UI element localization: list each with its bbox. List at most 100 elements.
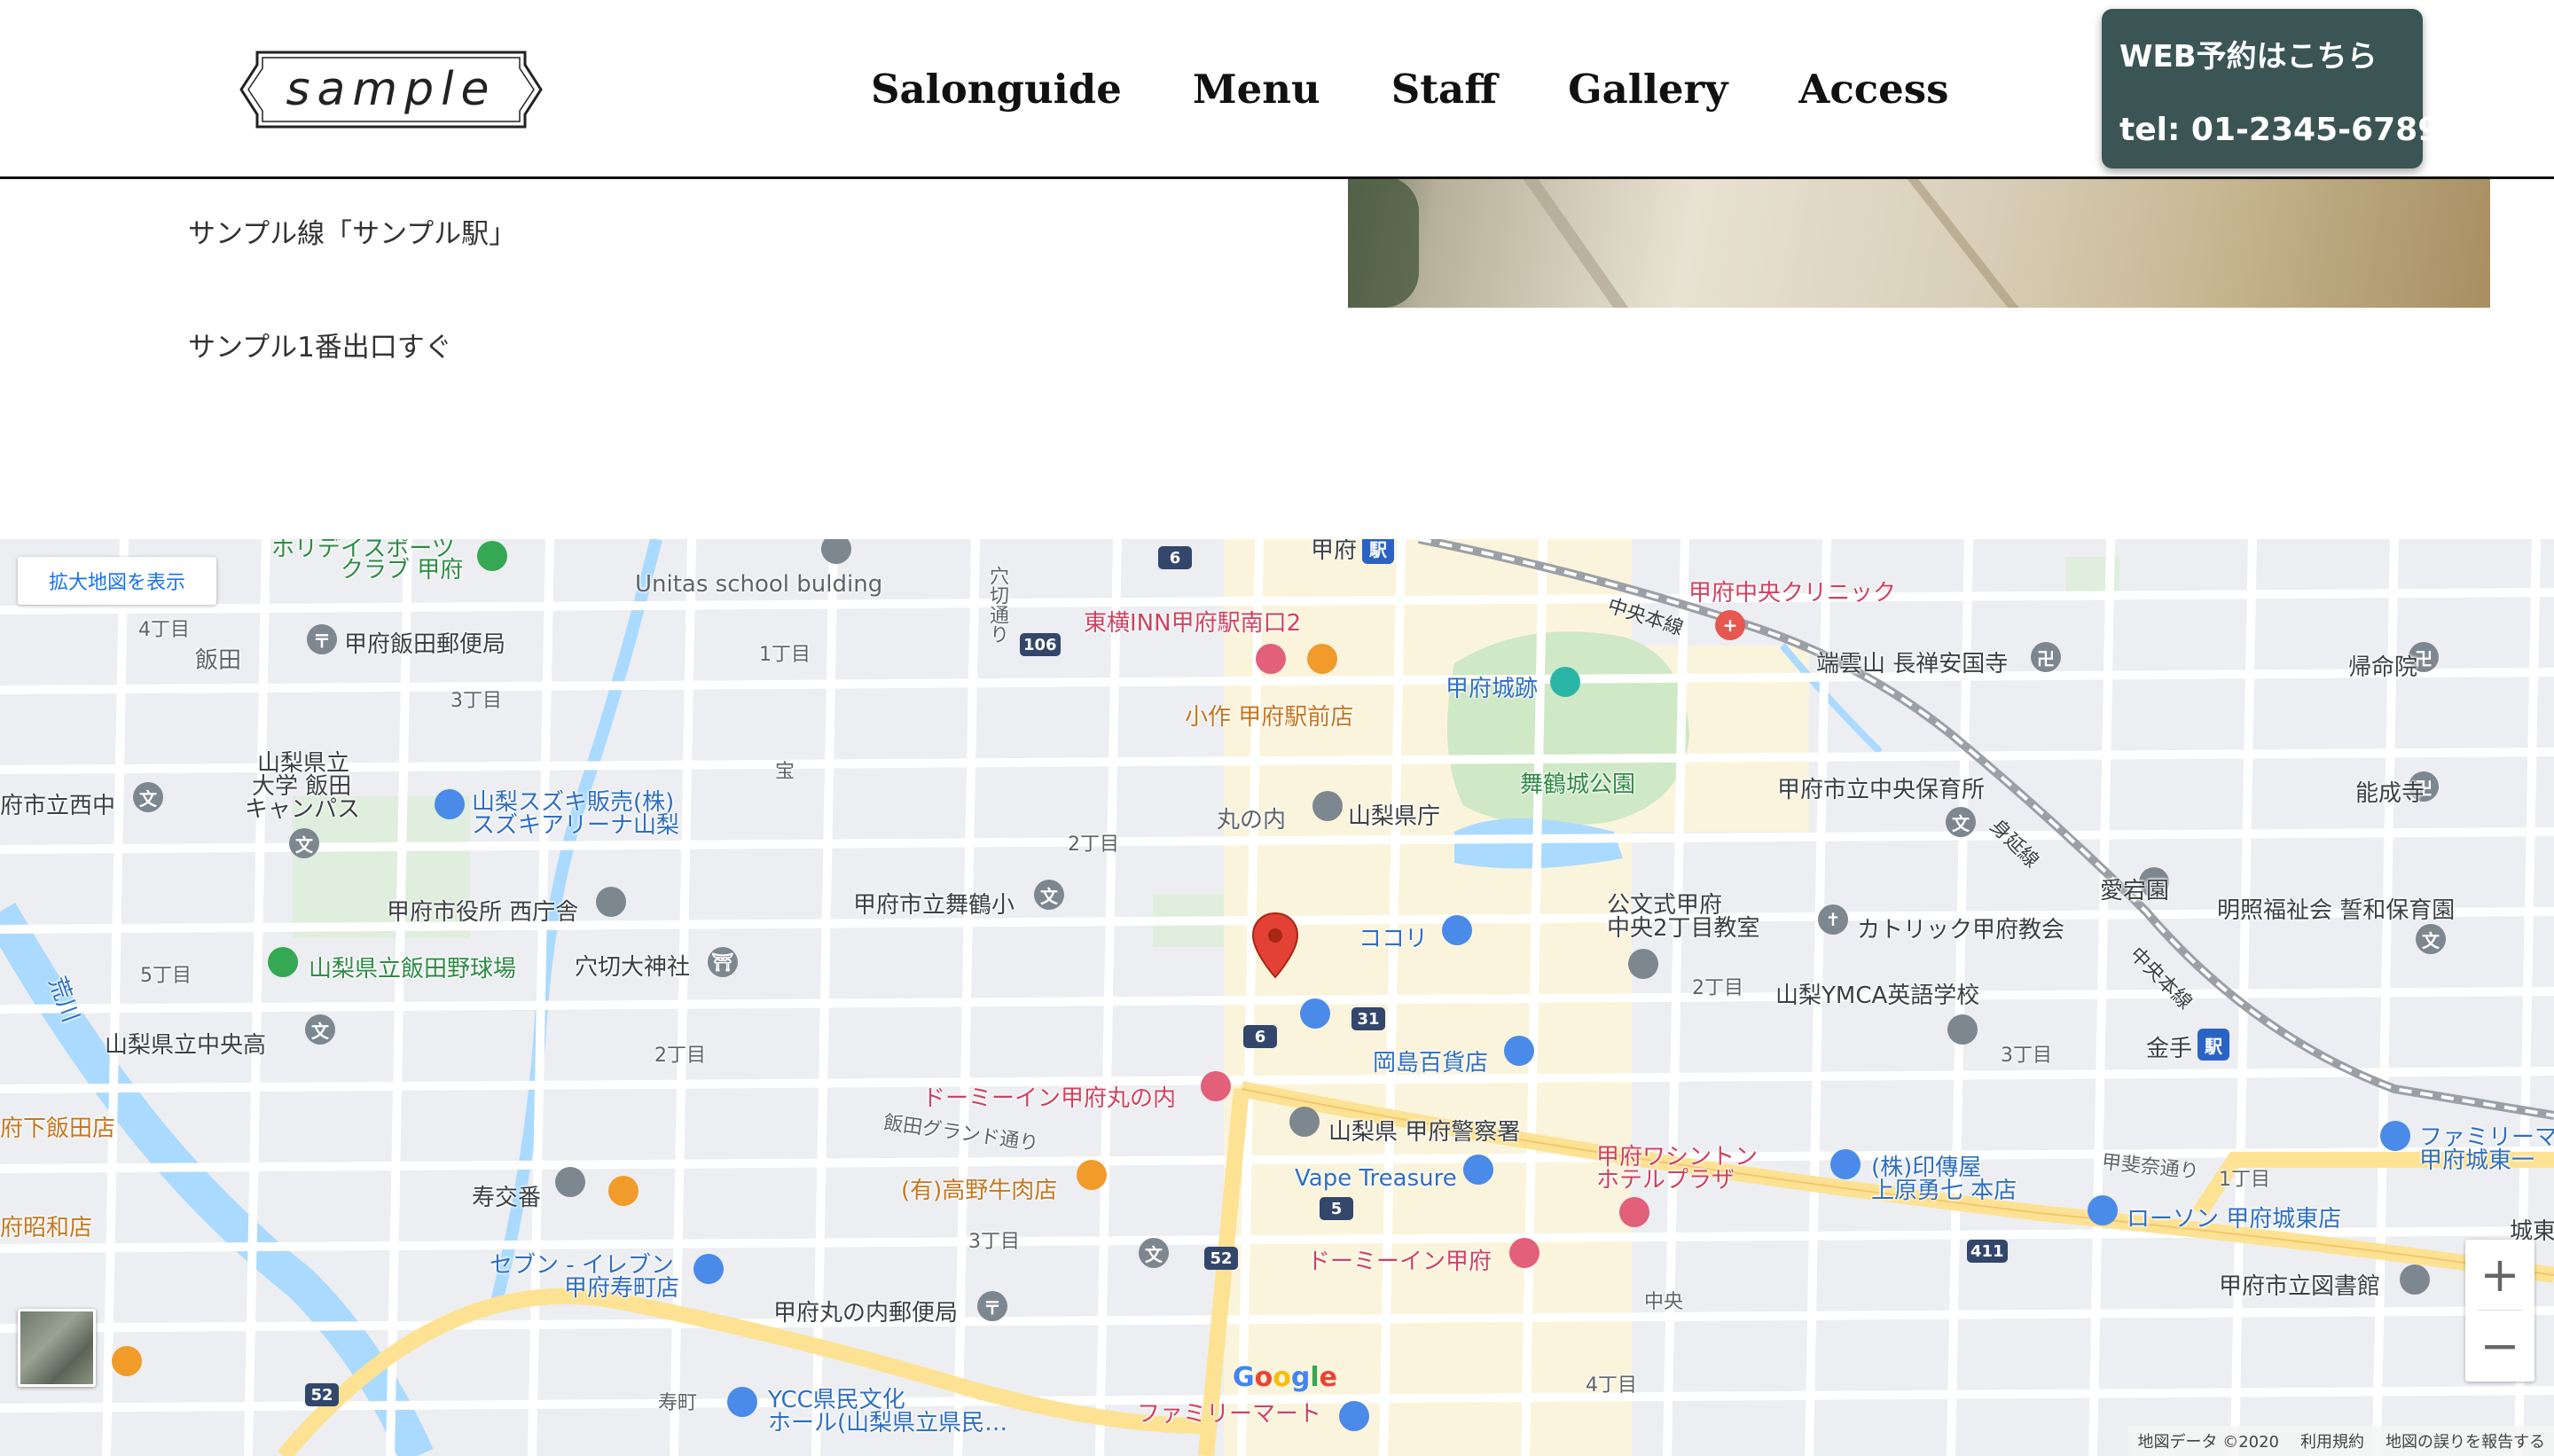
police-box-icon <box>555 1167 585 1197</box>
access-line-exit: サンプル1番出口すぐ <box>188 332 452 364</box>
hotel-icon <box>1256 644 1286 674</box>
location-pin-icon[interactable] <box>1250 912 1300 979</box>
post-office-icon: 〒 <box>977 1291 1007 1321</box>
hospital-icon: + <box>1715 610 1745 640</box>
temple-icon: 卍 <box>2031 642 2061 672</box>
place-icon <box>1947 1014 1978 1045</box>
school-icon: 文 <box>289 828 319 858</box>
map-label: 端雲山 長禅安国寺 <box>1816 651 2009 677</box>
hotel-icon <box>1509 1238 1539 1268</box>
map-label: 5丁目 <box>140 965 192 987</box>
map-label: 中央2丁目教室 <box>1607 915 1760 942</box>
shop-icon <box>693 1254 724 1284</box>
nav-staff[interactable]: Staff <box>1391 66 1497 113</box>
zoom-out-button[interactable]: − <box>2465 1311 2534 1380</box>
route-shield: 106 <box>1020 633 1061 656</box>
map-label: 府昭和店 <box>0 1215 93 1241</box>
map-label: 飯田 <box>195 647 242 674</box>
map-label: クラブ 甲府 <box>341 557 464 583</box>
shop-icon <box>435 789 465 819</box>
google-logo: Google <box>1233 1362 1338 1393</box>
map-label: 山梨県庁 <box>1348 803 1441 830</box>
map-label: 甲府飯田郵便局 <box>344 631 506 658</box>
view-larger-map-button[interactable]: 拡大地図を表示 <box>18 557 216 605</box>
map-label: 甲府市立舞鶴小 <box>853 892 1015 919</box>
police-icon <box>1289 1107 1320 1137</box>
booking-tel-label: tel: 01-2345-6789 <box>2119 112 2440 148</box>
theater-icon <box>727 1387 757 1417</box>
shrine-icon: ⛩ <box>708 947 738 977</box>
map-label: 3丁目 <box>968 1231 1020 1253</box>
salon-photo <box>1348 176 2490 308</box>
place-icon <box>1628 949 1658 979</box>
access-line-station: サンプル線「サンプル駅」 <box>188 218 517 250</box>
google-map[interactable]: 6 106 6 31 5 52 411 52 駅 駅 〒 + 卍 卍 文 文 文… <box>0 539 2554 1456</box>
map-label: 甲府城東一 <box>2419 1147 2535 1174</box>
map-label: 甲府市立中央保育所 <box>1777 777 1986 803</box>
satellite-toggle-button[interactable] <box>18 1309 96 1387</box>
map-label: 甲府中央クリニック <box>1688 580 1897 607</box>
nav-salonguide[interactable]: Salonguide <box>871 66 1122 113</box>
restaurant-icon <box>1077 1160 1107 1190</box>
nav-access[interactable]: Access <box>1798 66 1948 113</box>
map-label: 甲府丸の内郵便局 <box>773 1300 959 1327</box>
map-label: 甲府市役所 西庁舎 <box>387 899 579 926</box>
map-data-credit: 地図データ ©2020 <box>2137 1433 2279 1452</box>
map-label: 寿交番 <box>472 1185 542 1211</box>
stadium-icon <box>268 947 298 977</box>
hotel-icon <box>1201 1071 1231 1101</box>
map-label: Vape Treasure <box>1295 1165 1457 1192</box>
restaurant-icon <box>112 1346 142 1376</box>
restaurant-icon <box>1307 644 1337 674</box>
web-booking-button[interactable]: WEB予約はこちら tel: 01-2345-6789 <box>2102 9 2440 168</box>
attraction-icon <box>1550 667 1580 697</box>
map-label: 東横INN甲府駅南口2 <box>1084 610 1302 637</box>
map-label: キャンパス <box>245 796 361 823</box>
route-shield: 52 <box>1204 1247 1238 1270</box>
map-label: 山梨県 甲府警察署 <box>1328 1119 1521 1146</box>
school-icon: 文 <box>1139 1238 1169 1268</box>
map-label: 穴切大神社 <box>575 954 691 981</box>
park-icon <box>477 541 507 571</box>
shop-icon <box>1463 1155 1493 1185</box>
school-icon: 文 <box>133 782 163 812</box>
map-label: ホール(山梨県立県民… <box>768 1410 1008 1436</box>
government-icon <box>1312 791 1343 821</box>
map-label: 甲府寿町店 <box>564 1275 680 1302</box>
school-icon: 文 <box>1946 807 1976 837</box>
main-nav: Salonguide Menu Staff Gallery Access <box>871 62 1948 115</box>
booking-web-label: WEB予約はこちら <box>2119 39 2378 74</box>
map-label: ローソン 甲府城東店 <box>2127 1206 2342 1233</box>
map-label: 1丁目 <box>2219 1169 2270 1191</box>
nav-gallery[interactable]: Gallery <box>1568 66 1727 113</box>
shop-icon <box>1442 915 1472 945</box>
zoom-in-button[interactable]: + <box>2465 1240 2534 1309</box>
map-label: 府市立西中 <box>0 793 116 819</box>
map-label: スズキアリーナ山梨 <box>472 812 680 839</box>
map-label: 舞鶴城公園 <box>1520 771 1636 798</box>
report-error-link[interactable]: 地図の誤りを報告する <box>2386 1429 2545 1452</box>
map-label: 山梨県立飯田野球場 <box>309 956 517 982</box>
church-icon: ✝ <box>1818 904 1848 935</box>
map-label: 岡島百貨店 <box>1373 1050 1489 1076</box>
site-logo[interactable]: sample <box>238 49 544 130</box>
map-label: ドーミーイン甲府丸の内 <box>922 1085 1177 1112</box>
nav-menu[interactable]: Menu <box>1193 66 1320 113</box>
map-label: 3丁目 <box>2001 1045 2052 1067</box>
map-label: 4丁目 <box>1586 1374 1637 1397</box>
terms-link[interactable]: 利用規約 <box>2300 1429 2364 1452</box>
shop-icon <box>1504 1036 1534 1066</box>
route-shield: 411 <box>1967 1240 2008 1263</box>
map-label: 寿町 <box>658 1392 698 1414</box>
map-label: 上原勇七 本店 <box>1871 1178 2017 1204</box>
map-label: 1丁目 <box>759 644 811 666</box>
map-label: 山梨YMCA英語学校 <box>1775 982 1980 1009</box>
route-shield: 31 <box>1351 1007 1385 1030</box>
library-icon <box>2400 1264 2430 1295</box>
map-label: (有)高野牛肉店 <box>901 1178 1058 1204</box>
hotel-icon <box>1619 1197 1649 1227</box>
logo-text: sample <box>286 63 497 116</box>
map-label: 3丁目 <box>450 690 502 712</box>
map-label: 明照福祉会 誓和保育園 <box>2217 897 2456 924</box>
map-label: 能成寺 <box>2355 780 2425 807</box>
